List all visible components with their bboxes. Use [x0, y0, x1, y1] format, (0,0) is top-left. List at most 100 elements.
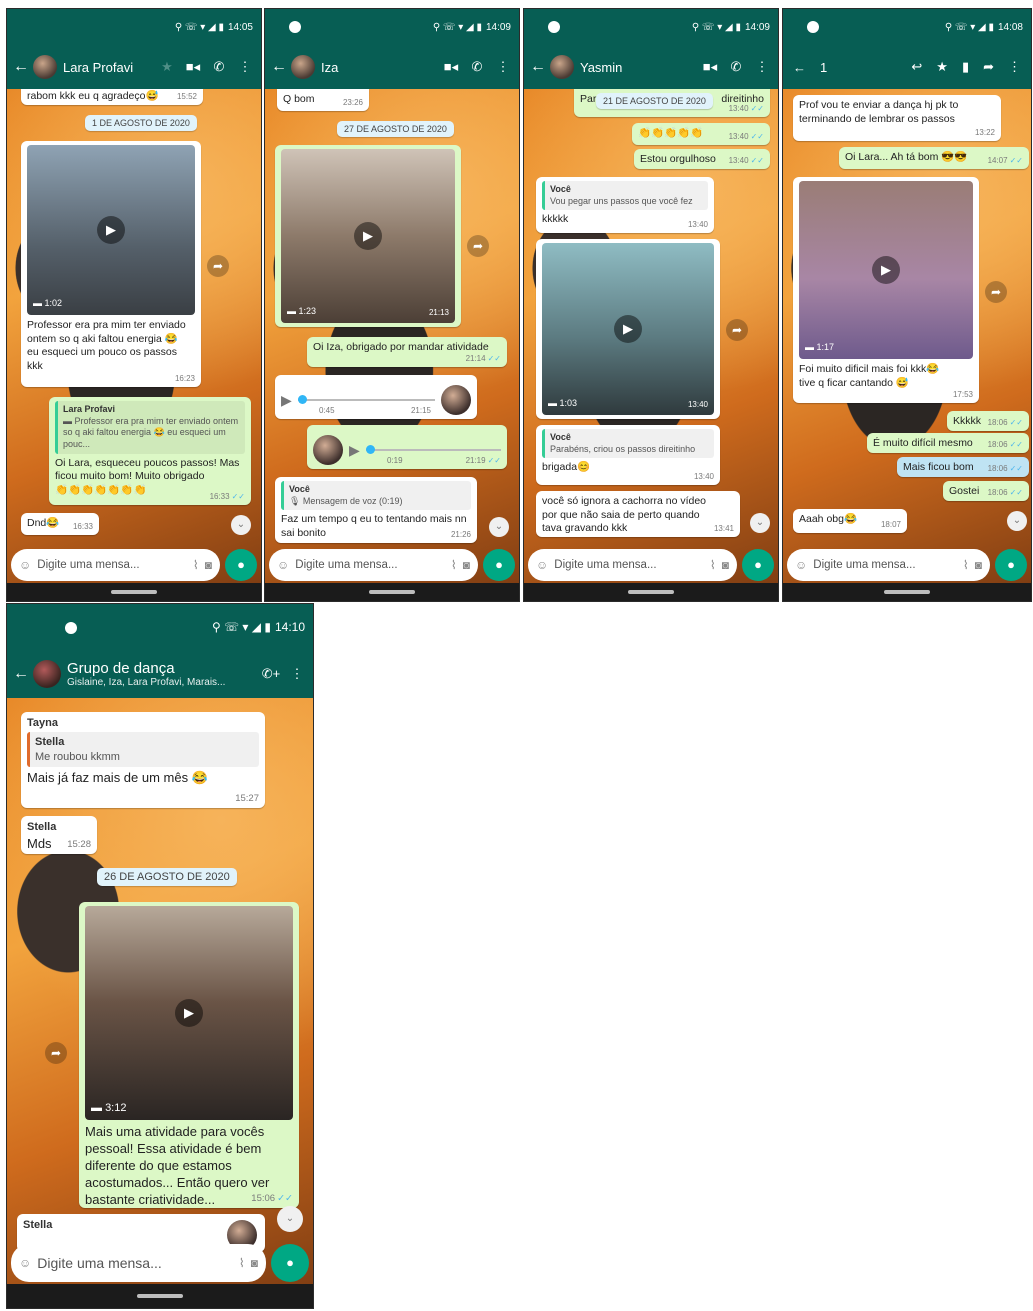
home-pill[interactable] — [137, 1294, 183, 1298]
quoted-message[interactable]: Você Vou pegar uns passos que você fez — [542, 181, 708, 211]
play-icon[interactable]: ▶ — [175, 999, 203, 1027]
video-thumbnail[interactable]: ▶ ▬ 1:23 21:13 — [281, 149, 455, 323]
scroll-down-icon[interactable]: ⌄ — [489, 517, 509, 537]
mic-icon[interactable]: ● — [742, 549, 774, 581]
play-icon[interactable]: ▶ — [349, 441, 360, 459]
message-bubble-selected[interactable]: Mais ficou bom 18:06 ✓✓ — [897, 457, 1029, 477]
message-bubble-reply[interactable]: Você Parabéns, criou os passos direitinh… — [536, 425, 720, 485]
message-bubble[interactable]: É muito difícil mesmo 18:06 ✓✓ — [867, 433, 1029, 453]
message-input[interactable]: ☺ Digite uma mensa... ⌇ ◙ — [269, 549, 478, 581]
message-bubble[interactable]: rabom kkk eu q agradeço😅 15:52 — [21, 89, 203, 105]
avatar[interactable] — [33, 55, 57, 79]
chat-title[interactable]: Yasmin — [580, 60, 694, 75]
emoji-icon[interactable]: ☺ — [277, 558, 289, 572]
camera-icon[interactable]: ◙ — [975, 558, 982, 572]
more-vert-icon[interactable]: ⋮ — [287, 666, 307, 682]
arrow-back-icon[interactable]: ← — [793, 60, 806, 75]
attach-icon[interactable]: ⌇ — [710, 558, 716, 572]
phone-call-icon[interactable]: ✆ — [467, 59, 487, 75]
mic-icon[interactable]: ● — [995, 549, 1027, 581]
video-thumbnail[interactable]: ▶ ▬ 1:03 13:40 — [542, 243, 714, 415]
message-bubble-reply[interactable]: Você 🎙 Mensagem de voz (0:19) Faz um tem… — [275, 477, 477, 543]
video-thumbnail[interactable]: ▶ ▬ 1:17 — [799, 181, 973, 359]
video-call-icon[interactable]: ■◂ — [183, 59, 203, 75]
message-bubble[interactable]: Stella Mds 15:28 — [21, 816, 97, 854]
video-message[interactable]: ▶ ▬ 1:23 21:13 — [275, 145, 461, 327]
phone-call-icon[interactable]: ✆ — [726, 59, 746, 75]
video-call-icon[interactable]: ■◂ — [700, 59, 720, 75]
camera-icon[interactable]: ◙ — [251, 1256, 258, 1270]
camera-icon[interactable]: ◙ — [722, 558, 729, 572]
quoted-message[interactable]: Você Parabéns, criou os passos direitinh… — [542, 429, 714, 459]
attach-icon[interactable]: ⌇ — [193, 558, 199, 572]
video-message[interactable]: ▶ ▬ 1:02 Professor era pra mim ter envia… — [21, 141, 201, 387]
audio-scrubber[interactable] — [365, 445, 375, 454]
message-bubble-reply[interactable]: Você Vou pegar uns passos que você fez k… — [536, 177, 714, 233]
message-bubble[interactable]: Gostei 18:06 ✓✓ — [943, 481, 1029, 501]
emoji-icon[interactable]: ☺ — [795, 558, 807, 572]
add-call-icon[interactable]: ✆+ — [261, 666, 281, 682]
more-vert-icon[interactable]: ⋮ — [752, 59, 772, 75]
sender-name[interactable]: Stella — [23, 1218, 259, 1232]
audio-track[interactable] — [365, 445, 501, 454]
scroll-down-icon[interactable]: ⌄ — [1007, 511, 1027, 531]
phone-call-icon[interactable]: ✆ — [209, 59, 229, 75]
message-input[interactable]: ☺ Digite uma mensa... ⌇ ◙ — [11, 1244, 266, 1282]
forward-icon[interactable]: ➦ — [45, 1042, 67, 1064]
reply-icon[interactable]: ↩ — [911, 59, 922, 75]
message-bubble[interactable]: Estou orgulhoso 13:40 ✓✓ — [634, 149, 770, 169]
avatar[interactable] — [291, 55, 315, 79]
delete-icon[interactable]: ▮ — [962, 59, 969, 75]
video-thumbnail[interactable]: ▶ ▬ 3:12 — [85, 906, 293, 1120]
message-bubble-reply[interactable]: Tayna Stella Me roubou kkmm Mais já faz … — [21, 712, 265, 808]
message-bubble[interactable]: Q bom 23:26 — [277, 89, 369, 111]
arrow-back-icon[interactable]: ← — [13, 58, 29, 76]
arrow-back-icon[interactable]: ← — [530, 58, 546, 76]
home-pill[interactable] — [369, 590, 415, 594]
message-bubble[interactable]: Aaah obg😂 18:07 — [793, 509, 907, 533]
mic-icon[interactable]: ● — [271, 1244, 309, 1282]
video-message[interactable]: ▶ ▬ 1:17 Foi muito dificil mais foi kkk😂… — [793, 177, 979, 403]
camera-icon[interactable]: ◙ — [205, 558, 212, 572]
chat-title[interactable]: Lara Profavi — [63, 60, 151, 75]
group-members[interactable]: Gislaine, Iza, Lara Profavi, Marais... — [67, 677, 255, 688]
emoji-icon[interactable]: ☺ — [19, 1256, 31, 1270]
group-avatar[interactable] — [33, 660, 61, 688]
voice-message[interactable]: ▶ 0:19 21:19 ✓✓ — [307, 425, 507, 469]
audio-track[interactable] — [297, 395, 435, 404]
emoji-icon[interactable]: ☺ — [19, 558, 31, 572]
video-message[interactable]: ▶ ▬ 1:03 13:40 — [536, 239, 720, 419]
camera-icon[interactable]: ◙ — [463, 558, 470, 572]
home-pill[interactable] — [111, 590, 157, 594]
play-icon[interactable]: ▶ — [97, 216, 125, 244]
message-bubble[interactable]: 👏👏👏👏👏 13:40 ✓✓ — [632, 123, 770, 145]
message-bubble-reply[interactable]: Lara Profavi ▬ Professor era pra mim ter… — [49, 397, 251, 505]
mic-icon[interactable]: ● — [225, 549, 257, 581]
message-bubble[interactable]: Dnd😂 16:33 — [21, 513, 99, 535]
message-bubble[interactable]: Prof vou te enviar a dança hj pk to term… — [793, 95, 1001, 141]
sender-name[interactable]: Stella — [27, 820, 91, 834]
more-vert-icon[interactable]: ⋮ — [235, 59, 255, 75]
attach-icon[interactable]: ⌇ — [451, 558, 457, 572]
sender-name[interactable]: Tayna — [27, 716, 259, 730]
audio-scrubber[interactable] — [297, 395, 307, 404]
forward-icon[interactable]: ➦ — [985, 281, 1007, 303]
message-bubble[interactable]: Oi Iza, obrigado por mandar atividade 21… — [307, 337, 507, 367]
forward-icon[interactable]: ➦ — [726, 319, 748, 341]
star-icon[interactable]: ★ — [936, 59, 948, 75]
play-icon[interactable]: ▶ — [281, 391, 292, 409]
arrow-back-icon[interactable]: ← — [13, 665, 29, 683]
home-pill[interactable] — [884, 590, 930, 594]
forward-icon[interactable]: ➦ — [983, 59, 994, 75]
message-bubble[interactable]: você só ignora a cachorra no vídeo por q… — [536, 491, 740, 537]
avatar[interactable] — [550, 55, 574, 79]
play-icon[interactable]: ▶ — [614, 315, 642, 343]
voice-message[interactable]: ▶ 0:45 21:15 — [275, 375, 477, 419]
message-input[interactable]: ☺ Digite uma mensa... ⌇ ◙ — [787, 549, 990, 581]
quoted-message[interactable]: Você 🎙 Mensagem de voz (0:19) — [281, 481, 471, 511]
quoted-message[interactable]: Stella Me roubou kkmm — [27, 732, 259, 767]
more-vert-icon[interactable]: ⋮ — [1008, 59, 1021, 75]
scroll-down-icon[interactable]: ⌄ — [277, 1206, 303, 1232]
arrow-back-icon[interactable]: ← — [271, 58, 287, 76]
scroll-down-icon[interactable]: ⌄ — [750, 513, 770, 533]
